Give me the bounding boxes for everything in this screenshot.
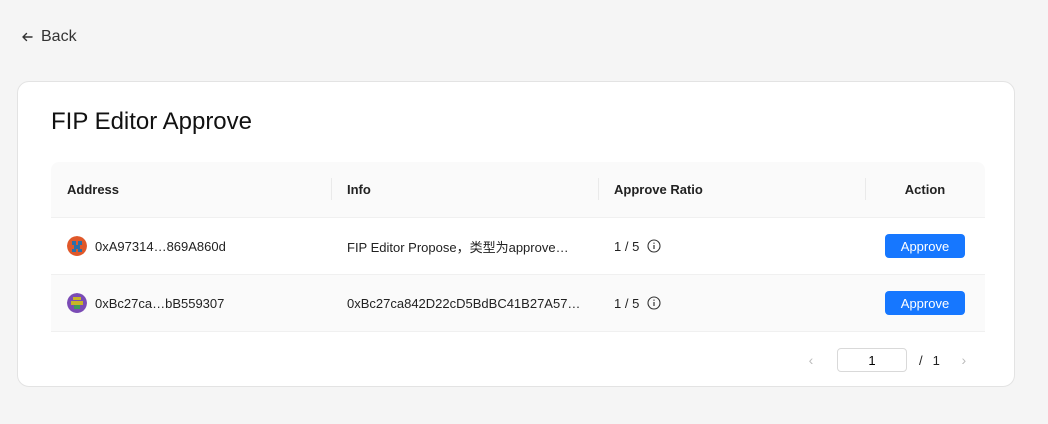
approve-button[interactable]: Approve — [885, 234, 965, 258]
table-row: 0xA97314… 869A860d FIP Editor Propose，类型为… — [51, 218, 985, 275]
arrow-left-icon — [22, 32, 33, 42]
info-cell: 0xBc27ca842D22cD5BdBC41B27A57… — [347, 295, 581, 311]
back-link[interactable]: Back — [19, 28, 77, 46]
column-divider — [598, 178, 599, 200]
pagination: ‹ / 1 › — [801, 347, 974, 373]
ratio-cell: 1 / 5 — [614, 218, 661, 274]
column-address-label: Address — [67, 182, 120, 197]
column-address: Address — [67, 162, 119, 217]
column-ratio: Approve Ratio — [598, 162, 703, 217]
avatar — [67, 293, 87, 313]
address-suffix: bB559307 — [165, 295, 225, 311]
column-ratio-label: Approve Ratio — [614, 182, 703, 197]
column-info-label: Info — [347, 182, 371, 197]
address-prefix: 0xA97314 — [95, 238, 154, 254]
info-cell: FIP Editor Propose，类型为approve… — [347, 239, 569, 255]
table-header: Address Info Approve Ratio Action — [51, 162, 985, 218]
page-number-input[interactable] — [837, 348, 907, 372]
ratio-cell: 1 / 5 — [614, 275, 661, 331]
ratio-value: 1 / 5 — [614, 238, 640, 254]
page-title: FIP Editor Approve — [51, 108, 252, 135]
column-action: Action — [865, 162, 969, 217]
chevron-left-icon[interactable]: ‹ — [801, 352, 821, 368]
info-icon[interactable] — [647, 296, 661, 310]
approve-button[interactable]: Approve — [885, 291, 965, 315]
info-icon[interactable] — [647, 239, 661, 253]
action-cell: Approve — [881, 218, 969, 274]
column-info: Info — [331, 162, 371, 217]
column-divider — [865, 178, 866, 200]
page-separator: / — [919, 352, 923, 368]
column-divider — [331, 178, 332, 200]
back-label: Back — [41, 28, 77, 45]
approve-card: FIP Editor Approve Address Info Approve … — [17, 81, 1015, 387]
table-row: 0xBc27ca… bB559307 0xBc27ca842D22cD5BdBC4… — [51, 275, 985, 332]
address-suffix: 869A860d — [166, 238, 226, 254]
address-ellipsis: … — [153, 238, 167, 254]
address-cell: 0xBc27ca… bB559307 — [67, 275, 224, 331]
avatar — [67, 236, 87, 256]
address-prefix: 0xBc27ca — [95, 295, 153, 311]
page-total: 1 — [932, 352, 940, 368]
address-ellipsis: … — [152, 295, 166, 311]
address-cell: 0xA97314… 869A860d — [67, 218, 226, 274]
action-cell: Approve — [881, 275, 969, 331]
column-action-label: Action — [904, 182, 946, 197]
ratio-value: 1 / 5 — [614, 295, 640, 311]
chevron-right-icon[interactable]: › — [954, 352, 974, 368]
approve-table: Address Info Approve Ratio Action 0xA973… — [51, 162, 985, 332]
